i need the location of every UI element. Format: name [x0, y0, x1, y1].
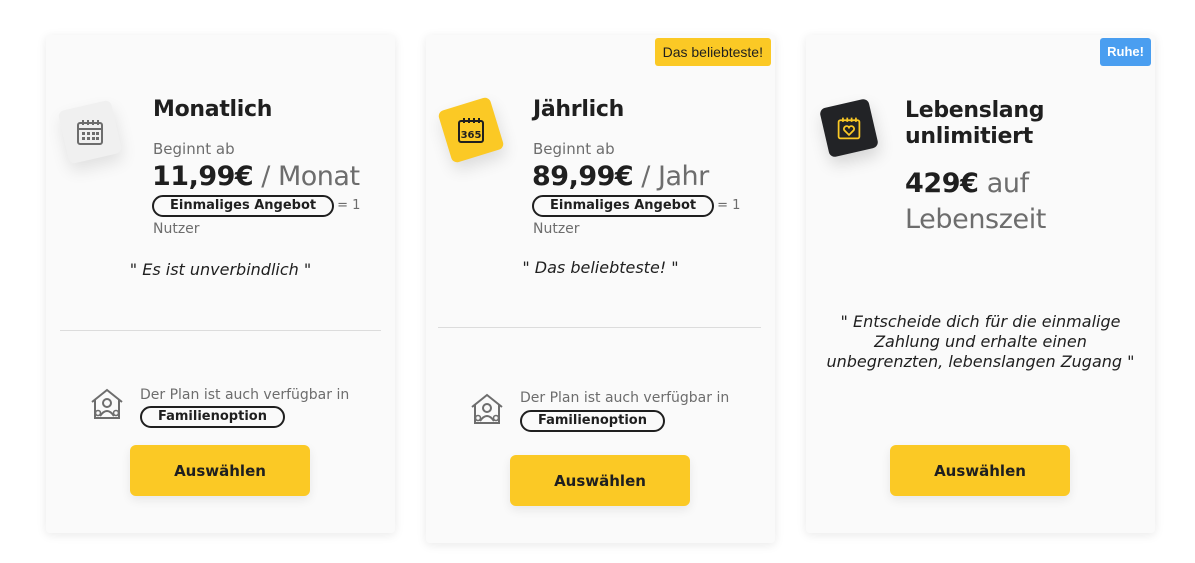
price-line: 89,99€ / Jahr — [532, 161, 709, 193]
plan-quote: " Es ist unverbindlich " — [129, 260, 312, 279]
price-line: 11,99€ / Monat — [152, 161, 360, 193]
family-option-label: Familienoption — [520, 410, 665, 432]
starts-label: Beginnt ab — [153, 140, 235, 158]
calendar-365-text: 365 — [461, 130, 482, 141]
quiet-badge: Ruhe! — [1100, 38, 1151, 66]
quote-line2: Zahlung und erhalte einen — [874, 332, 1087, 351]
price-amount: 89,99€ — [532, 161, 634, 192]
quote-line1: " Entscheide dich für die einmalige — [840, 312, 1121, 331]
divider — [60, 330, 381, 331]
divider — [438, 327, 761, 328]
family-option-label: Familienoption — [140, 406, 285, 428]
offer-users: Nutzer — [153, 221, 200, 237]
plan-quote: " Das beliebteste! " — [522, 258, 679, 277]
price-amount: 11,99€ — [152, 161, 254, 192]
offer-pill: Einmaliges Angebot — [152, 195, 335, 217]
select-button-lifetime[interactable]: Auswählen — [890, 445, 1070, 496]
plan-card-yearly: Das beliebteste! 365 Jährlich Beginnt ab… — [426, 35, 775, 543]
family-option-pill[interactable]: Familienoption — [140, 405, 285, 428]
plan-card-monthly: Monatlich Beginnt ab 11,99€ / Monat Einm… — [46, 35, 395, 533]
plan-title: Jährlich — [533, 97, 624, 122]
offer-users: Nutzer — [533, 221, 580, 237]
offer-eq: = 1 — [717, 198, 741, 213]
price-amount: 429€ — [905, 168, 979, 199]
price-line: 429€ auf Lebenszeit — [905, 166, 1046, 238]
family-text: Der Plan ist auch verfügbar in — [520, 390, 730, 406]
offer-line: Einmaliges Angebot = 1 — [532, 195, 740, 217]
plan-title: Monatlich — [153, 97, 273, 122]
plan-title-line2: unlimitiert — [905, 124, 1033, 149]
quote-line3: unbegrenzten, lebenslangen Zugang " — [826, 352, 1135, 371]
offer-line: Einmaliges Angebot = 1 — [152, 195, 360, 217]
starts-label: Beginnt ab — [533, 140, 615, 158]
popular-badge: Das beliebteste! — [654, 38, 771, 66]
calendar-icon — [57, 99, 123, 165]
price-period-line2: Lebenszeit — [905, 204, 1046, 235]
family-option-pill[interactable]: Familienoption — [520, 409, 665, 432]
plan-card-lifetime: Ruhe! Lebenslang unlimitiert 429€ auf Le… — [806, 35, 1155, 533]
family-home-icon — [471, 393, 503, 424]
offer-pill: Einmaliges Angebot — [532, 195, 715, 217]
plan-title-line1: Lebenslang — [905, 98, 1045, 123]
plan-title: Lebenslang unlimitiert — [905, 98, 1044, 150]
select-button-monthly[interactable]: Auswählen — [130, 445, 310, 496]
family-text: Der Plan ist auch verfügbar in — [140, 387, 350, 403]
family-home-icon — [91, 388, 123, 419]
price-period-line1: auf — [986, 168, 1029, 199]
calendar-heart-icon — [819, 98, 879, 158]
price-period: / Jahr — [641, 161, 709, 192]
offer-eq: = 1 — [337, 198, 361, 213]
price-period: / Monat — [261, 161, 360, 192]
calendar-365-icon: 365 — [437, 96, 505, 164]
select-button-yearly[interactable]: Auswählen — [510, 455, 690, 506]
plan-quote: " Entscheide dich für die einmalige Zahl… — [806, 312, 1155, 372]
